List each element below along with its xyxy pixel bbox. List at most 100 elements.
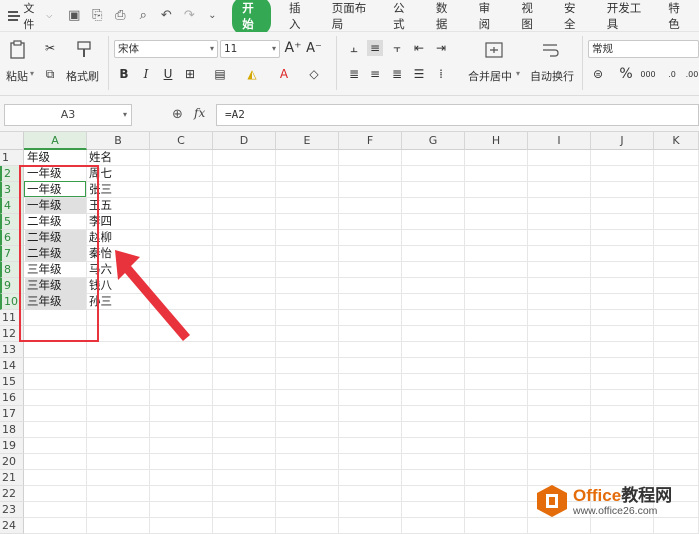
clear-format-icon[interactable]: ◇ [306, 66, 322, 82]
print-icon[interactable]: ⎙ [110, 6, 130, 26]
number-format-value: 常规 [592, 43, 613, 55]
copy-icon[interactable]: ⧉ [42, 66, 58, 82]
italic-icon[interactable]: I [138, 66, 154, 82]
row-header-19[interactable]: 19 [0, 438, 24, 454]
font-name-select[interactable]: 宋体 ▾ [114, 40, 218, 58]
align-right-icon[interactable]: ≣ [389, 66, 405, 82]
merge-center-icon[interactable] [484, 40, 504, 60]
fx-label[interactable]: fx [194, 106, 205, 120]
font-color-icon[interactable]: A [276, 66, 292, 82]
export-pdf-icon[interactable]: ⎘ [87, 6, 107, 26]
currency-icon[interactable]: ⊜ [590, 66, 606, 82]
grid-line [401, 150, 402, 534]
row-header-16[interactable]: 16 [0, 390, 24, 406]
merge-center-label[interactable]: 合并居中 [468, 68, 512, 84]
tab-formulas[interactable]: 公式 [381, 0, 424, 32]
thousands-icon[interactable]: 000 [640, 66, 656, 82]
row-header-17[interactable]: 17 [0, 406, 24, 422]
format-painter-label[interactable]: 格式刷 [66, 68, 99, 84]
column-header-k[interactable]: K [654, 132, 699, 150]
align-bottom-icon[interactable]: ⫟ [389, 40, 405, 56]
font-size-select[interactable]: 11 ▾ [220, 40, 280, 58]
increase-decimal-icon[interactable]: .0 [664, 66, 680, 82]
tab-developer[interactable]: 开发工具 [595, 0, 656, 32]
file-menu[interactable]: 文件 ⌵ [0, 0, 58, 31]
formula-input[interactable]: =A2 [216, 104, 699, 126]
number-format-select[interactable]: 常规 [588, 40, 699, 58]
percent-icon[interactable]: % [618, 66, 634, 82]
paste-icon[interactable] [8, 40, 28, 60]
save-icon[interactable]: ▣ [64, 6, 84, 26]
wrap-text-icon[interactable] [540, 40, 560, 60]
tab-data[interactable]: 数据 [424, 0, 467, 32]
row-header-18[interactable]: 18 [0, 422, 24, 438]
row-header-1[interactable]: 1 [0, 150, 24, 166]
align-center-icon[interactable]: ≡ [367, 66, 383, 82]
quick-access-toolbar: ▣ ⎘ ⎙ ⌕ ↶ ↷ ⌄ [58, 6, 222, 26]
grid-line [590, 150, 591, 534]
column-header-h[interactable]: H [465, 132, 528, 150]
paste-label[interactable]: 粘贴 [6, 68, 28, 84]
name-box[interactable]: A3 ▾ [4, 104, 132, 126]
decrease-indent-icon[interactable]: ⇤ [411, 40, 427, 56]
column-header-a[interactable]: A [24, 132, 87, 150]
cell-b1[interactable]: 姓名 [87, 150, 149, 166]
align-middle-icon[interactable]: ≡ [367, 40, 383, 56]
select-all-corner[interactable] [0, 132, 24, 150]
align-left-icon[interactable]: ≣ [346, 66, 362, 82]
distributed-icon[interactable]: ⁞ [433, 66, 449, 82]
grid-line [338, 150, 339, 534]
redo-icon[interactable]: ↷ [179, 6, 199, 26]
fill-color-icon[interactable]: ◭ [244, 66, 260, 82]
row-header-13[interactable]: 13 [0, 342, 24, 358]
chevron-down-icon: ▾ [122, 110, 127, 119]
paste-dropdown-icon[interactable]: ▾ [30, 69, 34, 78]
increase-font-icon[interactable]: A⁺ [285, 40, 302, 56]
justify-icon[interactable]: ☰ [411, 66, 427, 82]
column-header-g[interactable]: G [402, 132, 465, 150]
chevron-down-icon: ⌵ [46, 10, 53, 20]
column-header-d[interactable]: D [213, 132, 276, 150]
merge-dropdown-icon[interactable]: ▾ [516, 69, 520, 78]
watermark-brand-office: Office [573, 485, 622, 505]
tab-view[interactable]: 视图 [509, 0, 552, 32]
wrap-text-label[interactable]: 自动换行 [530, 68, 574, 84]
customize-icon[interactable]: ⌄ [202, 6, 222, 26]
row-header-21[interactable]: 21 [0, 470, 24, 486]
underline-icon[interactable]: U [160, 66, 176, 82]
column-header-f[interactable]: F [339, 132, 402, 150]
align-top-icon[interactable]: ⫠ [346, 40, 362, 56]
tab-home[interactable]: 开始 [232, 0, 271, 35]
row-header-20[interactable]: 20 [0, 454, 24, 470]
decrease-decimal-icon[interactable]: .00 [684, 66, 699, 82]
decrease-font-icon[interactable]: A⁻ [306, 40, 322, 56]
cell-style-icon[interactable]: ▤ [212, 66, 228, 82]
ribbon: 粘贴 ▾ ✂ ⧉ 格式刷 宋体 ▾ 11 ▾ A⁺ A⁻ B I U ⊞ ▤ ◭… [0, 32, 699, 96]
format-painter-icon[interactable] [74, 40, 94, 60]
print-preview-icon[interactable]: ⌕ [133, 6, 153, 26]
row-header-23[interactable]: 23 [0, 502, 24, 518]
bold-icon[interactable]: B [116, 66, 132, 82]
spreadsheet-grid[interactable]: A B C D E F G H I J K 1 2 3 4 5 6 7 8 9 10 11 12 13 14 15 16 17 18 19… [0, 132, 699, 534]
tab-security[interactable]: 安全 [552, 0, 595, 32]
tab-page-layout[interactable]: 页面布局 [320, 0, 381, 32]
zoom-search-icon[interactable]: ⊕ [172, 107, 183, 122]
tab-features[interactable]: 特色 [656, 0, 699, 32]
column-header-c[interactable]: C [150, 132, 213, 150]
column-header-j[interactable]: J [591, 132, 654, 150]
row-header-14[interactable]: 14 [0, 358, 24, 374]
tab-review[interactable]: 审阅 [467, 0, 510, 32]
column-header-i[interactable]: I [528, 132, 591, 150]
tab-insert[interactable]: 插入 [277, 0, 320, 32]
grid-line [275, 150, 276, 534]
column-header-e[interactable]: E [276, 132, 339, 150]
cut-icon[interactable]: ✂ [42, 40, 58, 56]
row-header-24[interactable]: 24 [0, 518, 24, 534]
row-header-22[interactable]: 22 [0, 486, 24, 502]
column-header-b[interactable]: B [87, 132, 150, 150]
cell-a1[interactable]: 年级 [25, 150, 86, 166]
row-header-15[interactable]: 15 [0, 374, 24, 390]
undo-icon[interactable]: ↶ [156, 6, 176, 26]
borders-icon[interactable]: ⊞ [182, 66, 198, 82]
increase-indent-icon[interactable]: ⇥ [433, 40, 449, 56]
